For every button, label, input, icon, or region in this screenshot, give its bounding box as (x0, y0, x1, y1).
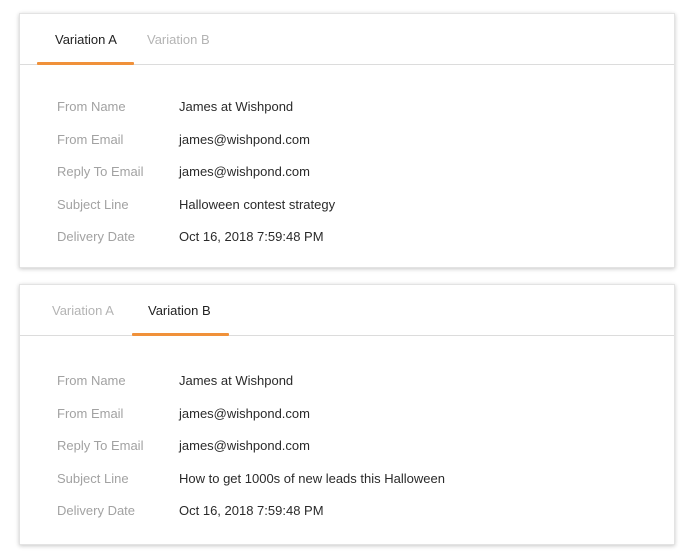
field-value: james@wishpond.com (179, 405, 310, 421)
field-row-delivery-date: Delivery Date Oct 16, 2018 7:59:48 PM (20, 503, 674, 536)
tab-variation-a[interactable]: Variation A (37, 32, 134, 65)
tab-variation-a[interactable]: Variation A (52, 303, 114, 335)
field-label: Reply To Email (57, 164, 144, 179)
variation-b-card: Variation A Variation B From Name James … (19, 284, 675, 545)
field-value: james@wishpond.com (179, 131, 310, 147)
tab-variation-b[interactable]: Variation B (132, 303, 229, 336)
field-label: From Email (57, 131, 124, 147)
tab-label: Variation B (147, 32, 210, 47)
tab-bar: Variation A Variation B (20, 14, 674, 65)
field-label: Subject Line (57, 196, 129, 212)
tab-label: Variation A (52, 303, 114, 318)
field-label: From Name (57, 99, 126, 114)
field-row-subject-line: Subject Line Halloween contest strategy (20, 197, 674, 230)
email-details: From Name James at Wishpond From Email j… (20, 99, 674, 262)
field-value: Oct 16, 2018 7:59:48 PM (179, 229, 324, 244)
active-tab-indicator (37, 62, 134, 65)
tab-label: Variation A (55, 32, 117, 47)
field-value: james@wishpond.com (179, 438, 310, 453)
field-value: Oct 16, 2018 7:59:48 PM (179, 503, 324, 518)
field-value: james@wishpond.com (179, 164, 310, 179)
field-row-reply-to-email: Reply To Email james@wishpond.com (20, 164, 674, 197)
tab-bar: Variation A Variation B (20, 285, 674, 336)
field-label: Subject Line (57, 470, 129, 486)
field-row-delivery-date: Delivery Date Oct 16, 2018 7:59:48 PM (20, 229, 674, 262)
tab-label: Variation B (148, 303, 211, 318)
field-row-subject-line: Subject Line How to get 1000s of new lea… (20, 471, 674, 504)
field-row-from-name: From Name James at Wishpond (20, 373, 674, 406)
field-row-from-email: From Email james@wishpond.com (20, 132, 674, 165)
field-label: Delivery Date (57, 229, 136, 244)
email-details: From Name James at Wishpond From Email j… (20, 373, 674, 536)
field-row-from-name: From Name James at Wishpond (20, 99, 674, 132)
field-row-reply-to-email: Reply To Email james@wishpond.com (20, 438, 674, 471)
field-value: James at Wishpond (179, 373, 294, 388)
variation-a-card: Variation A Variation B From Name James … (19, 13, 675, 268)
field-value: Halloween contest strategy (179, 196, 336, 212)
field-label: Delivery Date (57, 503, 136, 518)
field-value: James at Wishpond (179, 99, 294, 114)
field-label: From Email (57, 405, 124, 421)
field-label: From Name (57, 373, 126, 388)
field-label: Reply To Email (57, 438, 144, 453)
active-tab-indicator (132, 333, 229, 336)
field-value: How to get 1000s of new leads this Hallo… (179, 470, 445, 486)
field-row-from-email: From Email james@wishpond.com (20, 406, 674, 439)
tab-variation-b[interactable]: Variation B (147, 32, 210, 64)
